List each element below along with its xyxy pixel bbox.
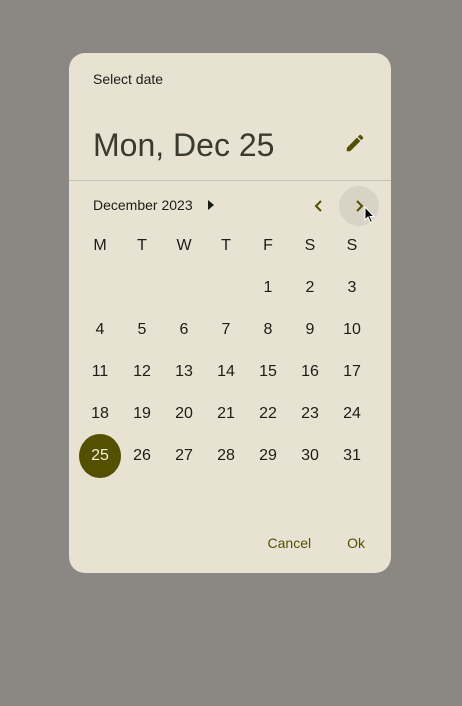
weekday-label: S [346, 237, 358, 254]
previous-month-button[interactable] [299, 186, 339, 226]
month-year-label: December 2023 [93, 197, 193, 213]
calendar-day[interactable]: 8 [247, 309, 289, 351]
dialog-actions: Cancel Ok [254, 525, 379, 561]
calendar-day[interactable]: 12 [121, 351, 163, 393]
chevron-left-icon [314, 200, 322, 212]
empty-day-cell [121, 267, 163, 309]
edit-date-button[interactable] [335, 123, 375, 163]
calendar-day[interactable]: 15 [247, 351, 289, 393]
calendar-day[interactable]: 17 [331, 351, 373, 393]
calendar-week-row: 25 26 27 28 29 30 31 [79, 434, 373, 478]
calendar-day[interactable]: 2 [289, 267, 331, 309]
weekday-label: T [137, 237, 147, 254]
selected-day-label: 25 [79, 434, 121, 478]
weekday-label: W [176, 237, 192, 254]
calendar-day-selected[interactable]: 25 [79, 434, 121, 478]
calendar-day[interactable]: 7 [205, 309, 247, 351]
calendar-day[interactable]: 26 [121, 435, 163, 477]
header-divider [69, 180, 391, 181]
calendar-day[interactable]: 28 [205, 435, 247, 477]
calendar-day[interactable]: 6 [163, 309, 205, 351]
weekday-label: S [304, 237, 316, 254]
calendar-day[interactable]: 24 [331, 393, 373, 435]
calendar-week-row: 11 12 13 14 15 16 17 [79, 351, 373, 393]
calendar-day[interactable]: 23 [289, 393, 331, 435]
calendar-day[interactable]: 30 [289, 435, 331, 477]
supporting-text: Select date [93, 71, 164, 87]
empty-day-cell [205, 267, 247, 309]
calendar-grid: M T W T F S S 1 2 3 4 5 6 7 8 9 10 11 12… [79, 225, 373, 478]
calendar-day[interactable]: 10 [331, 309, 373, 351]
month-year-selector[interactable]: December 2023 [93, 193, 215, 217]
selected-date-headline: Mon, Dec 25 [93, 127, 275, 163]
calendar-day[interactable]: 16 [289, 351, 331, 393]
empty-day-cell [163, 267, 205, 309]
calendar-day[interactable]: 13 [163, 351, 205, 393]
calendar-day[interactable]: 4 [79, 309, 121, 351]
calendar-week-row: 18 19 20 21 22 23 24 [79, 393, 373, 435]
calendar-day[interactable]: 22 [247, 393, 289, 435]
calendar-day[interactable]: 5 [121, 309, 163, 351]
calendar-day[interactable]: 31 [331, 435, 373, 477]
caret-right-icon [207, 200, 215, 210]
weekday-label: T [221, 237, 231, 254]
weekday-label: M [93, 237, 107, 254]
calendar-day[interactable]: 11 [79, 351, 121, 393]
cancel-button[interactable]: Cancel [254, 525, 326, 561]
calendar-day[interactable]: 27 [163, 435, 205, 477]
weekday-header-row: M T W T F S S [79, 225, 373, 267]
calendar-week-row: 4 5 6 7 8 9 10 [79, 309, 373, 351]
calendar-day[interactable]: 18 [79, 393, 121, 435]
mouse-pointer-icon [364, 205, 376, 229]
calendar-day[interactable]: 3 [331, 267, 373, 309]
empty-day-cell [79, 267, 121, 309]
calendar-day[interactable]: 1 [247, 267, 289, 309]
ok-button[interactable]: Ok [333, 525, 379, 561]
weekday-label: F [263, 237, 273, 254]
pencil-icon [346, 134, 364, 152]
date-picker-dialog: Select date Mon, Dec 25 December 2023 M … [69, 53, 391, 573]
calendar-day[interactable]: 9 [289, 309, 331, 351]
calendar-day[interactable]: 14 [205, 351, 247, 393]
calendar-day[interactable]: 20 [163, 393, 205, 435]
calendar-day[interactable]: 21 [205, 393, 247, 435]
calendar-week-row: 1 2 3 [79, 267, 373, 309]
calendar-day[interactable]: 19 [121, 393, 163, 435]
calendar-day[interactable]: 29 [247, 435, 289, 477]
